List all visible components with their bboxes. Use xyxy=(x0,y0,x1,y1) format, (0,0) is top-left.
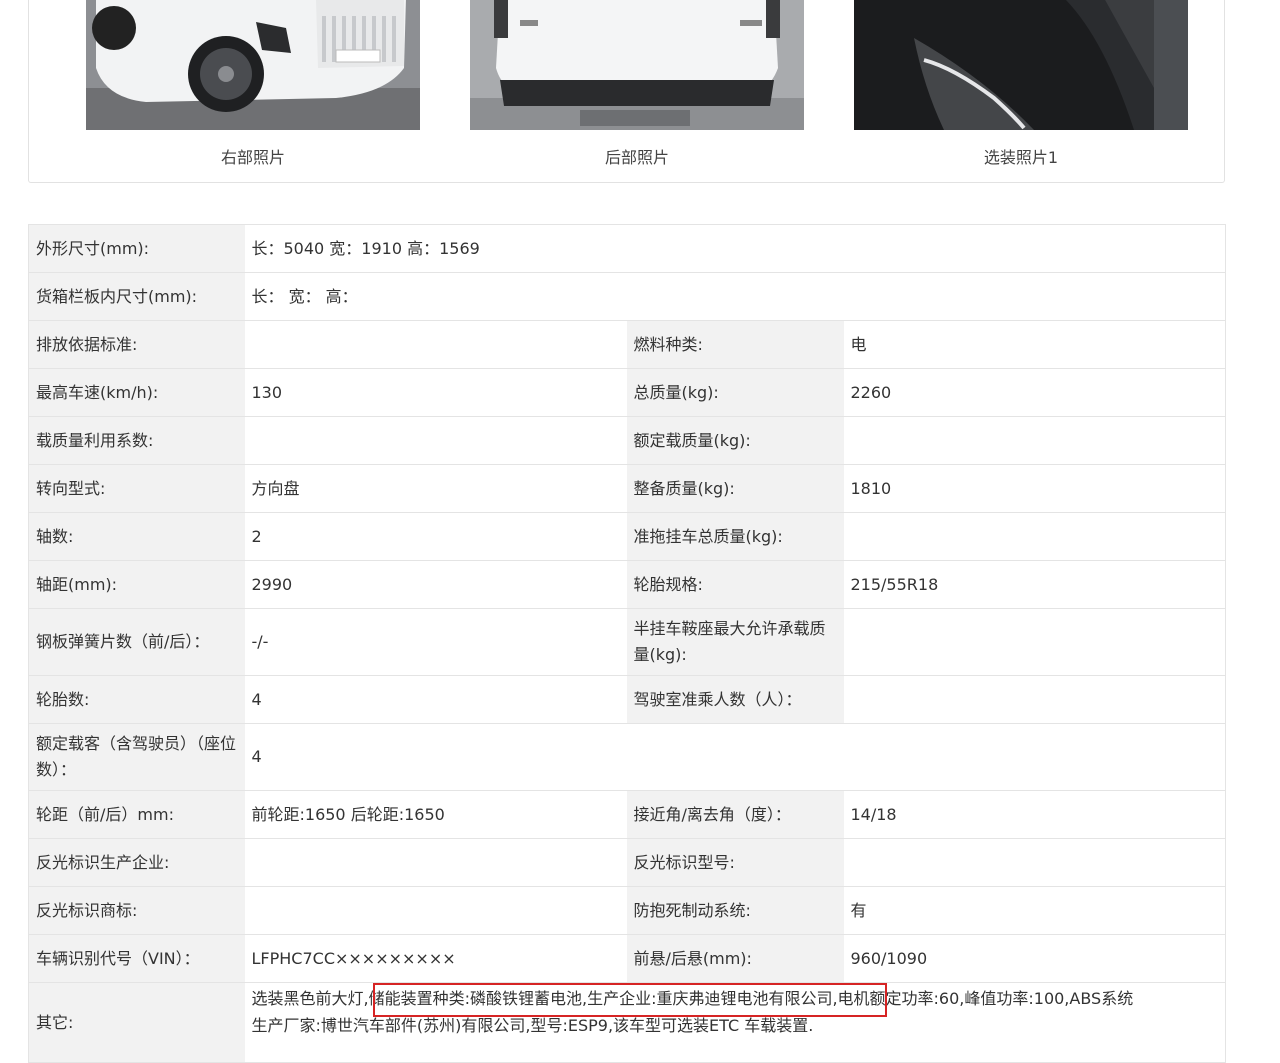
spec-value-dimensions: 长：5040 宽：1910 高：1569 xyxy=(244,224,1226,273)
spec-label: 整备质量(kg): xyxy=(626,464,844,513)
photo-right[interactable] xyxy=(86,0,420,130)
spec-value: 960/1090 xyxy=(843,934,1226,983)
spec-value xyxy=(843,608,1226,676)
spec-value: 14/18 xyxy=(843,790,1226,839)
table-row: 转向型式: 方向盘 整备质量(kg): 1810 xyxy=(28,464,1226,513)
spec-value xyxy=(244,886,627,935)
spec-value: 电 xyxy=(843,320,1226,369)
table-row: 钢板弹簧片数（前/后）： -/- 半挂车鞍座最大允许承载质量(kg): xyxy=(28,608,1226,676)
table-row: 轴距(mm): 2990 轮胎规格: 215/55R18 xyxy=(28,560,1226,609)
spec-label: 反光标识生产企业: xyxy=(28,838,245,887)
photo-caption-rear[interactable]: 后部照片 xyxy=(470,144,804,168)
spec-value xyxy=(843,675,1226,724)
table-row: 反光标识生产企业: 反光标识型号: xyxy=(28,838,1226,887)
table-row: 最高车速(km/h): 130 总质量(kg): 2260 xyxy=(28,368,1226,417)
spec-label: 最高车速(km/h): xyxy=(28,368,245,417)
spec-label-other: 其它: xyxy=(28,982,245,1063)
spec-value: 有 xyxy=(843,886,1226,935)
spec-value: 方向盘 xyxy=(244,464,627,513)
spec-label: 轴距(mm): xyxy=(28,560,245,609)
spec-label: 排放依据标准: xyxy=(28,320,245,369)
spec-label: 钢板弹簧片数（前/后）： xyxy=(28,608,245,676)
car-rear-view-icon xyxy=(470,0,804,130)
spec-label: 额定载质量(kg): xyxy=(626,416,844,465)
car-right-view-icon xyxy=(86,0,420,130)
spec-value: 130 xyxy=(244,368,627,417)
spec-value: 4 xyxy=(244,675,627,724)
spec-label: 转向型式: xyxy=(28,464,245,513)
spec-label-cargo-box: 货箱栏板内尺寸(mm): xyxy=(28,272,245,321)
spec-value xyxy=(843,512,1226,561)
spec-value xyxy=(244,838,627,887)
photo-optional[interactable] xyxy=(854,0,1188,130)
table-row: 轮距（前/后）mm: 前轮距:1650 后轮距:1650 接近角/离去角（度）：… xyxy=(28,790,1226,839)
spec-value: 前轮距:1650 后轮距:1650 xyxy=(244,790,627,839)
car-headlight-detail-icon xyxy=(854,0,1188,130)
spec-value: 2990 xyxy=(244,560,627,609)
table-row: 车辆识别代号（VIN）： LFPHC7CC××××××××× 前悬/后悬(mm)… xyxy=(28,934,1226,983)
spec-value xyxy=(843,838,1226,887)
spec-label: 驾驶室准乘人数（人）： xyxy=(626,675,844,724)
spec-label: 准拖挂车总质量(kg): xyxy=(626,512,844,561)
spec-label-dimensions: 外形尺寸(mm): xyxy=(28,224,245,273)
table-row: 货箱栏板内尺寸(mm): 长： 宽： 高： xyxy=(28,272,1226,321)
table-row: 其它: 选装黑色前大灯,储能装置种类:磷酸铁锂蓄电池,生产企业:重庆弗迪锂电池有… xyxy=(28,982,1226,1063)
spec-value: 1810 xyxy=(843,464,1226,513)
spec-label: 接近角/离去角（度）： xyxy=(626,790,844,839)
table-row: 载质量利用系数: 额定载质量(kg): xyxy=(28,416,1226,465)
spec-label: 反光标识商标: xyxy=(28,886,245,935)
photo-rear[interactable] xyxy=(470,0,804,130)
spec-value-cargo-box: 长： 宽： 高： xyxy=(244,272,1226,321)
spec-value-other: 选装黑色前大灯,储能装置种类:磷酸铁锂蓄电池,生产企业:重庆弗迪锂电池有限公司,… xyxy=(244,982,1226,1063)
spec-label: 前悬/后悬(mm): xyxy=(626,934,844,983)
spec-value-seats: 4 xyxy=(244,723,1226,791)
spec-label: 半挂车鞍座最大允许承载质量(kg): xyxy=(626,608,844,676)
table-row: 排放依据标准: 燃料种类: 电 xyxy=(28,320,1226,369)
spec-value-vin: LFPHC7CC××××××××× xyxy=(244,934,627,983)
spec-label: 燃料种类: xyxy=(626,320,844,369)
photo-caption-right[interactable]: 右部照片 xyxy=(86,144,420,168)
other-line-2: 生产厂家:博世汽车部件(苏州)有限公司,型号:ESP9,该车型可选装ETC 车载… xyxy=(251,1016,814,1035)
table-row: 轮胎数: 4 驾驶室准乘人数（人）： xyxy=(28,675,1226,724)
spec-label: 轮胎规格: xyxy=(626,560,844,609)
spec-value xyxy=(244,320,627,369)
spec-label: 防抱死制动系统: xyxy=(626,886,844,935)
spec-label: 轮胎数: xyxy=(28,675,245,724)
spec-value: 2260 xyxy=(843,368,1226,417)
spec-value xyxy=(843,416,1226,465)
table-row: 外形尺寸(mm): 长：5040 宽：1910 高：1569 xyxy=(28,224,1226,273)
spec-value: 2 xyxy=(244,512,627,561)
table-row: 额定载客（含驾驶员）（座位数）： 4 xyxy=(28,723,1226,791)
spec-table: 外形尺寸(mm): 长：5040 宽：1910 高：1569 货箱栏板内尺寸(m… xyxy=(28,224,1227,1063)
other-line-1: 选装黑色前大灯,储能装置种类:磷酸铁锂蓄电池,生产企业:重庆弗迪锂电池有限公司,… xyxy=(251,989,1134,1008)
photo-panel: 右部照片 后部照片 选装照片1 xyxy=(28,0,1225,183)
table-row: 反光标识商标: 防抱死制动系统: 有 xyxy=(28,886,1226,935)
spec-value xyxy=(244,416,627,465)
spec-label-seats: 额定载客（含驾驶员）（座位数）： xyxy=(28,723,245,791)
spec-label: 车辆识别代号（VIN）： xyxy=(28,934,245,983)
photo-caption-optional[interactable]: 选装照片1 xyxy=(854,144,1188,168)
spec-value: -/- xyxy=(244,608,627,676)
spec-label: 轴数: xyxy=(28,512,245,561)
spec-label: 总质量(kg): xyxy=(626,368,844,417)
spec-value: 215/55R18 xyxy=(843,560,1226,609)
spec-label: 反光标识型号: xyxy=(626,838,844,887)
spec-label: 轮距（前/后）mm: xyxy=(28,790,245,839)
table-row: 轴数: 2 准拖挂车总质量(kg): xyxy=(28,512,1226,561)
spec-label: 载质量利用系数: xyxy=(28,416,245,465)
